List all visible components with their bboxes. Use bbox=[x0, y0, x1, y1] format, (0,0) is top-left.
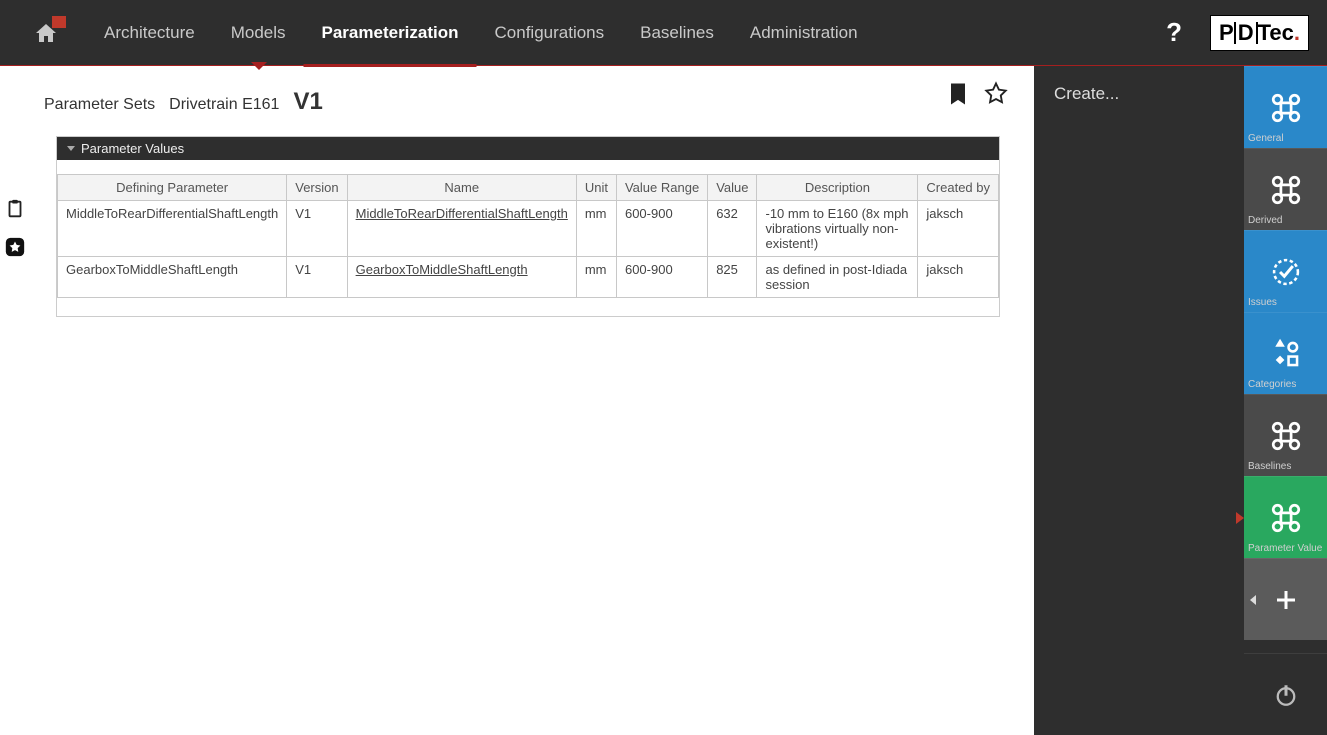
parameter-values-table: Defining Parameter Version Name Unit Val… bbox=[57, 174, 999, 298]
breadcrumb-root[interactable]: Parameter Sets bbox=[44, 96, 155, 114]
cell-def: MiddleToRearDifferentialShaftLength bbox=[58, 201, 287, 257]
rail-add[interactable] bbox=[1244, 558, 1327, 640]
home-icon[interactable] bbox=[34, 22, 58, 44]
power-icon bbox=[1267, 676, 1305, 714]
col-value-range[interactable]: Value Range bbox=[616, 175, 707, 201]
cell-name-link[interactable]: GearboxToMiddleShaftLength bbox=[347, 257, 576, 298]
cell-range: 600-900 bbox=[616, 257, 707, 298]
rail-power[interactable] bbox=[1244, 653, 1327, 735]
cell-unit: mm bbox=[576, 201, 616, 257]
favorite-badge-icon[interactable] bbox=[4, 236, 26, 258]
cell-version: V1 bbox=[287, 201, 347, 257]
rail-categories[interactable]: Categories bbox=[1244, 312, 1327, 394]
rail-label: Issues bbox=[1248, 297, 1277, 308]
table-row[interactable]: GearboxToMiddleShaftLength V1 GearboxToM… bbox=[58, 257, 999, 298]
notification-badge-icon bbox=[52, 16, 66, 28]
rail-general[interactable]: General bbox=[1244, 66, 1327, 148]
help-icon[interactable]: ? bbox=[1166, 17, 1182, 48]
command-icon bbox=[1267, 417, 1305, 455]
rail-issues[interactable]: Issues bbox=[1244, 230, 1327, 312]
cell-by: jaksch bbox=[918, 257, 999, 298]
rail-label: General bbox=[1248, 133, 1284, 144]
rail-baselines[interactable]: Baselines bbox=[1244, 394, 1327, 476]
nav-configurations[interactable]: Configurations bbox=[477, 23, 623, 43]
breadcrumb: Parameter Sets Drivetrain E161 V1 bbox=[36, 66, 1034, 126]
cell-unit: mm bbox=[576, 257, 616, 298]
rail-label: Categories bbox=[1248, 379, 1296, 390]
logo: PDTec. bbox=[1210, 15, 1309, 51]
breadcrumb-item[interactable]: Drivetrain E161 bbox=[169, 96, 279, 114]
rail-derived[interactable]: Derived bbox=[1244, 148, 1327, 230]
cell-value: 825 bbox=[708, 257, 757, 298]
cell-name-link[interactable]: MiddleToRearDifferentialShaftLength bbox=[347, 201, 576, 257]
col-version[interactable]: Version bbox=[287, 175, 347, 201]
nav-dropdown-indicator-icon bbox=[251, 62, 267, 70]
col-unit[interactable]: Unit bbox=[576, 175, 616, 201]
rail-label: Baselines bbox=[1248, 461, 1291, 472]
content-area: Parameter Sets Drivetrain E161 V1 Parame… bbox=[0, 66, 1034, 735]
plus-icon bbox=[1267, 581, 1305, 619]
cell-version: V1 bbox=[287, 257, 347, 298]
top-nav: Architecture Models Parameterization Con… bbox=[0, 0, 1327, 66]
clipboard-icon[interactable] bbox=[4, 198, 26, 220]
bookmark-icon[interactable] bbox=[944, 80, 972, 108]
nav-models[interactable]: Models bbox=[213, 23, 304, 43]
cell-def: GearboxToMiddleShaftLength bbox=[58, 257, 287, 298]
panel-header[interactable]: Parameter Values bbox=[57, 137, 999, 160]
collapse-arrow-icon bbox=[1250, 595, 1256, 605]
rail-spacer bbox=[1244, 640, 1327, 653]
cell-desc: as defined in post-Idiada session bbox=[757, 257, 918, 298]
table-row[interactable]: MiddleToRearDifferentialShaftLength V1 M… bbox=[58, 201, 999, 257]
star-outline-icon[interactable] bbox=[982, 80, 1010, 108]
command-icon bbox=[1267, 499, 1305, 537]
nav-baselines[interactable]: Baselines bbox=[622, 23, 732, 43]
rail-label: Parameter Value bbox=[1248, 543, 1322, 554]
col-name[interactable]: Name bbox=[347, 175, 576, 201]
grid-icon bbox=[1267, 335, 1305, 373]
col-description[interactable]: Description bbox=[757, 175, 918, 201]
col-defining-parameter[interactable]: Defining Parameter bbox=[58, 175, 287, 201]
cell-range: 600-900 bbox=[616, 201, 707, 257]
create-menu[interactable]: Create... bbox=[1054, 84, 1224, 104]
parameter-values-panel: Parameter Values Defining Parameter Vers… bbox=[56, 136, 1000, 317]
col-value[interactable]: Value bbox=[708, 175, 757, 201]
nav-administration[interactable]: Administration bbox=[732, 23, 876, 43]
cell-by: jaksch bbox=[918, 201, 999, 257]
cell-value: 632 bbox=[708, 201, 757, 257]
collapse-icon bbox=[67, 146, 75, 151]
panel-title: Parameter Values bbox=[81, 141, 184, 156]
nav-parameterization[interactable]: Parameterization bbox=[304, 23, 477, 43]
rail-parameter-value[interactable]: Parameter Value bbox=[1244, 476, 1327, 558]
right-rail: General Derived Issues Categories Baseli bbox=[1244, 66, 1327, 735]
table-header-row: Defining Parameter Version Name Unit Val… bbox=[58, 175, 999, 201]
breadcrumb-version: V1 bbox=[293, 88, 322, 116]
col-created-by[interactable]: Created by bbox=[918, 175, 999, 201]
check-circle-icon bbox=[1267, 253, 1305, 291]
command-icon bbox=[1267, 171, 1305, 209]
rail-label: Derived bbox=[1248, 215, 1282, 226]
command-icon bbox=[1267, 89, 1305, 127]
side-panel: Create... bbox=[1034, 66, 1244, 735]
cell-desc: -10 mm to E160 (8x mph vibrations virtua… bbox=[757, 201, 918, 257]
nav-architecture[interactable]: Architecture bbox=[86, 23, 213, 43]
